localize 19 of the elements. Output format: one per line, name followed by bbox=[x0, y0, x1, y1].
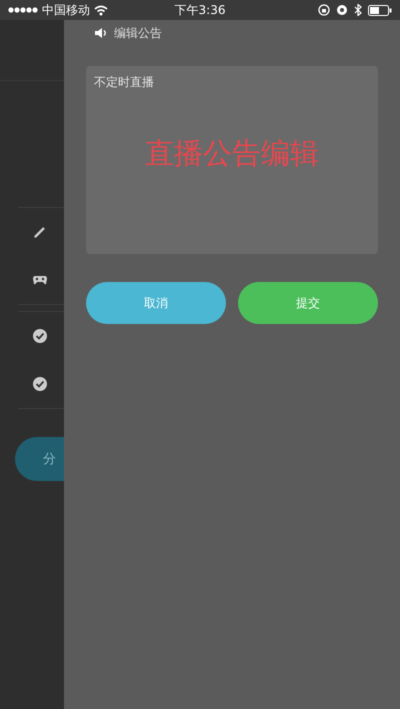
submit-button[interactable]: 提交 bbox=[238, 282, 378, 324]
pencil-icon bbox=[32, 224, 48, 240]
check-circle-icon bbox=[32, 328, 48, 344]
speaker-icon bbox=[94, 27, 108, 39]
signal-icon bbox=[8, 5, 38, 15]
announcement-field[interactable]: 不定时直播 直播公告编辑 bbox=[86, 66, 378, 254]
alarm-icon bbox=[336, 4, 348, 16]
share-button[interactable]: 分 bbox=[15, 437, 64, 481]
rotation-lock-icon bbox=[318, 4, 330, 16]
clock-time: 下午3:36 bbox=[174, 2, 226, 18]
dialog-title: 编辑公告 bbox=[114, 24, 162, 42]
cancel-button[interactable]: 取消 bbox=[86, 282, 226, 324]
battery-icon bbox=[368, 4, 392, 16]
wifi-icon bbox=[94, 4, 108, 16]
caption-text: 直播公告编辑 bbox=[145, 134, 319, 172]
check-circle-icon bbox=[32, 376, 48, 392]
carrier-name: 中国移动 bbox=[42, 2, 90, 18]
bluetooth-icon bbox=[354, 4, 362, 16]
announcement-text: 不定时直播 bbox=[94, 74, 154, 91]
